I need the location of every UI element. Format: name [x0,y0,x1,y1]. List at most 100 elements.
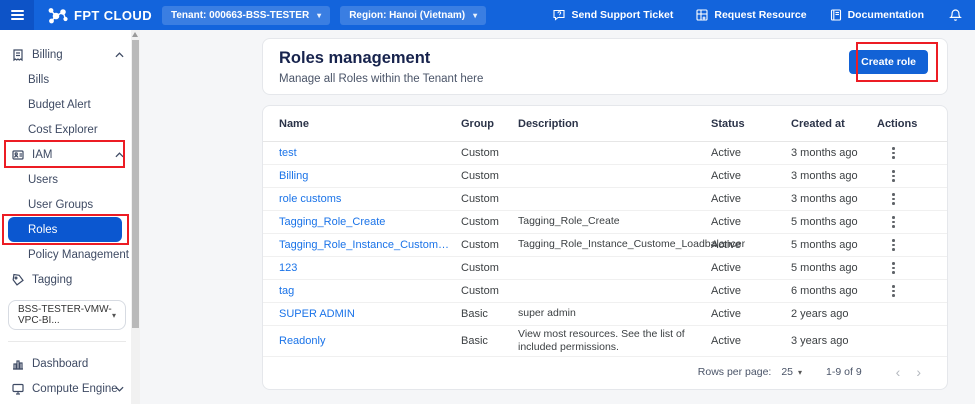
role-name-link[interactable]: Billing [279,170,461,182]
role-created-at: 3 months ago [791,170,858,182]
scrollbar-thumb[interactable] [132,40,139,328]
sidebar-item-budget-alert[interactable]: Budget Alert [0,92,140,117]
col-header-created-at: Created at [791,117,845,130]
kebab-menu-icon[interactable] [889,168,898,184]
compute-icon [10,381,25,396]
role-name-link[interactable]: Readonly [279,335,461,347]
fpt-cloud-logo: FPT CLOUD [48,7,152,24]
role-created-at: 3 months ago [791,193,858,205]
sidebar-item-label: Policy Management [28,248,129,261]
previous-page-icon[interactable]: ‹ [888,364,909,380]
role-status: Active [711,193,741,205]
sidebar-item-label: IAM [32,148,53,161]
main-content: Roles management Manage all Roles within… [140,30,975,404]
role-actions-cell [875,214,931,230]
role-description: Tagging_Role_Create [518,215,620,228]
hamburger-menu-icon[interactable] [0,0,34,30]
scroll-up-arrow-icon[interactable] [132,32,138,37]
tenant-selector[interactable]: Tenant: 000663-BSS-TESTER ▾ [161,5,331,25]
table-row: Billing Custom Active 3 months ago [263,165,947,188]
role-group: Custom [461,216,499,228]
col-header-description: Description [518,117,579,130]
role-name-link[interactable]: tag [279,285,461,297]
kebab-menu-icon[interactable] [889,283,898,299]
sidebar-item-policy-management[interactable]: Policy Management [0,242,140,267]
table-row: tag Custom Active 6 months ago [263,280,947,303]
sidebar-item-bills[interactable]: Bills [0,67,140,92]
region-selector[interactable]: Region: Hanoi (Vietnam) ▾ [340,5,487,25]
sidebar-item-users[interactable]: Users [0,167,140,192]
role-created-at: 6 months ago [791,285,858,297]
kebab-menu-icon[interactable] [889,191,898,207]
send-support-ticket-link[interactable]: Send Support Ticket [552,8,673,22]
tag-icon [10,272,25,287]
chevron-up-icon [115,51,124,58]
dashboard-icon [10,356,25,371]
role-status: Active [711,262,741,274]
kebab-menu-icon[interactable] [889,145,898,161]
sidebar-item-label: Billing [32,48,63,61]
next-page-icon[interactable]: › [908,364,929,380]
role-group: Custom [461,239,499,251]
role-created-at: 3 years ago [791,335,849,347]
top-bar: FPT CLOUD Tenant: 000663-BSS-TESTER ▾ Re… [0,0,975,30]
sidebar-item-iam[interactable]: IAM [0,142,140,167]
role-status: Active [711,335,741,347]
role-actions-cell [875,283,931,299]
role-group: Basic [461,335,488,347]
chevron-up-icon [115,151,124,158]
role-actions-cell [875,145,931,161]
role-group: Custom [461,170,499,182]
sidebar-item-cost-explorer[interactable]: Cost Explorer [0,117,140,142]
documentation-label: Documentation [847,9,924,21]
page-header-card: Roles management Manage all Roles within… [262,38,948,95]
role-group: Custom [461,193,499,205]
kebab-menu-icon[interactable] [889,260,898,276]
chevron-down-icon [115,386,124,392]
sidebar-divider [8,341,126,342]
role-description: super admin [518,307,576,320]
sidebar-item-dashboard[interactable]: Dashboard [0,351,140,376]
col-header-actions: Actions [877,117,918,130]
sidebar-item-label: User Groups [28,198,94,211]
role-created-at: 5 months ago [791,239,858,251]
role-created-at: 3 months ago [791,147,858,159]
role-name-link[interactable]: 123 [279,262,461,274]
region-label: Region: Hanoi (Vietnam) [349,9,466,21]
documentation-link[interactable]: Documentation [829,8,924,22]
sidebar-item-label: Budget Alert [28,98,91,111]
sidebar-item-tagging[interactable]: Tagging [0,267,140,292]
sidebar-item-billing[interactable]: Billing [0,42,140,67]
role-group: Custom [461,262,499,274]
request-resource-icon [695,8,709,22]
sidebar-item-user-groups[interactable]: User Groups [0,192,140,217]
role-name-link[interactable]: test [279,147,461,159]
sidebar-item-compute-engine[interactable]: Compute Engine [0,376,140,401]
role-name-link[interactable]: Tagging_Role_Instance_Custome_Loadbalanc… [279,239,461,251]
create-role-button[interactable]: Create role [849,50,928,74]
chevron-down-icon: ▾ [798,367,803,377]
vpc-selector-value: BSS-TESTER-VMW-VPC-BI... [18,304,112,326]
sidebar-scrollbar[interactable] [131,30,140,404]
fpt-logo-icon [48,7,68,24]
sidebar-item-roles[interactable]: Roles [8,217,122,242]
rows-per-page-select[interactable]: 25 ▾ [781,366,802,378]
table-pagination: Rows per page: 25 ▾ 1-9 of 9 ‹ › [263,357,947,387]
request-resource-label: Request Resource [714,9,807,21]
request-resource-link[interactable]: Request Resource [695,8,807,22]
pagination-range: 1-9 of 9 [826,366,862,378]
role-name-link[interactable]: SUPER ADMIN [279,308,461,320]
support-ticket-icon [552,8,566,22]
table-row: SUPER ADMIN Basic super admin Active 2 years… [263,303,947,326]
role-name-link[interactable]: Tagging_Role_Create [279,216,461,228]
rows-per-page-value: 25 [781,366,794,378]
notifications-bell-icon[interactable] [946,8,963,23]
vpc-selector[interactable]: BSS-TESTER-VMW-VPC-BI... ▾ [8,300,126,330]
kebab-menu-icon[interactable] [889,237,898,253]
role-name-link[interactable]: role customs [279,193,461,205]
roles-table-card: Name Group Description Status Created at… [262,105,948,390]
iam-icon [10,147,25,162]
billing-icon [10,47,25,62]
sidebar-items: Billing Bills Budget Alert Cost Explorer IAM… [0,30,140,401]
kebab-menu-icon[interactable] [889,214,898,230]
